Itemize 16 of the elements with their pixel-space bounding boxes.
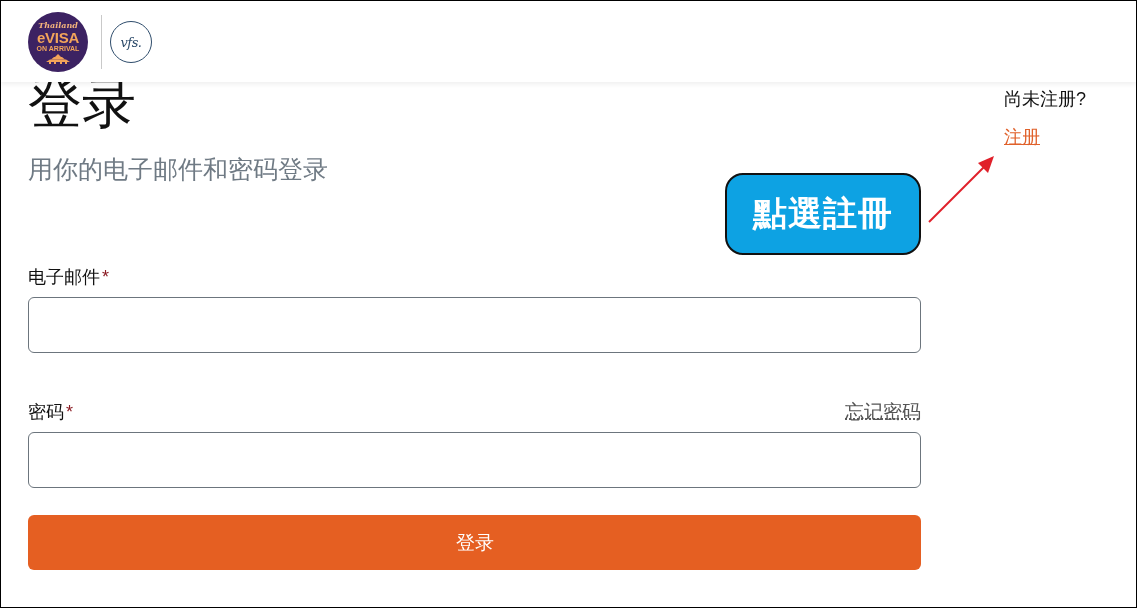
field-label: 密码: [28, 401, 64, 424]
field-label: 电子邮件: [28, 266, 100, 289]
page-subtitle: 用你的电子邮件和密码登录: [28, 154, 328, 185]
annotation-callout: 點選註冊: [725, 173, 921, 255]
input-field[interactable]: [28, 432, 921, 488]
login-button[interactable]: 登录: [28, 515, 921, 570]
logo-title-text: eVISA: [37, 30, 79, 45]
logo-script-text: Thailand: [38, 21, 78, 30]
input-field[interactable]: [28, 297, 921, 353]
forgot-password-link[interactable]: 忘记密码: [845, 400, 921, 424]
signup-prompt: 尚未注册?: [1004, 88, 1086, 111]
signup-link[interactable]: 注册: [1004, 125, 1040, 149]
annotation-arrow: [928, 156, 994, 223]
temple-icon: [45, 54, 71, 64]
required-asterisk: *: [66, 401, 73, 424]
required-asterisk: *: [102, 266, 109, 289]
